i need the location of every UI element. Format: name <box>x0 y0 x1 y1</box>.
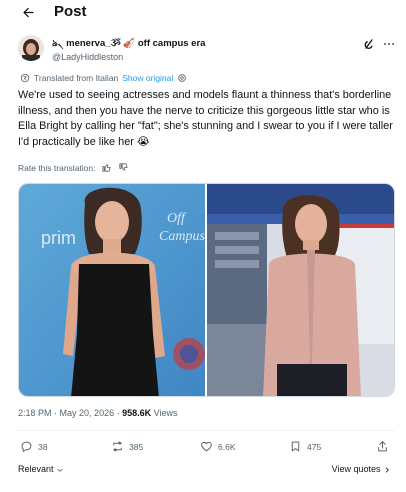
post-date[interactable]: May 20, 2026 <box>60 408 115 418</box>
share-button[interactable] <box>376 440 389 453</box>
reply-icon <box>21 441 32 452</box>
author-display-name[interactable]: ঌ৲ menerva_ૐ 🎻 off campus era <box>52 37 205 52</box>
svg-text:prim: prim <box>41 228 76 248</box>
chevron-right-icon <box>385 466 389 473</box>
grok-icon <box>364 39 373 49</box>
thumbs-up-icon[interactable] <box>101 162 112 173</box>
photo-2-image <box>207 184 394 396</box>
repost-button[interactable]: 385 <box>111 440 143 453</box>
post-time[interactable]: 2:18 PM <box>18 408 52 418</box>
settings-gear-icon[interactable] <box>177 73 187 83</box>
media-grid: prim Off Campus <box>18 183 395 397</box>
reply-button[interactable]: 38 <box>20 440 47 453</box>
back-arrow-icon <box>22 7 33 17</box>
share-icon <box>378 441 387 452</box>
grok-button[interactable] <box>362 37 376 51</box>
avatar[interactable] <box>18 35 44 61</box>
translation-notice: Translated from Italian Show original <box>20 73 187 83</box>
divider <box>18 430 395 431</box>
repost-icon <box>113 441 122 452</box>
sort-label: Relevant <box>18 464 54 474</box>
thumbs-down-icon[interactable] <box>118 162 129 173</box>
like-count: 6.6K <box>218 441 236 452</box>
rate-translation: Rate this translation: <box>18 162 129 173</box>
photo-1[interactable]: prim Off Campus <box>19 184 205 396</box>
translate-icon <box>20 73 30 83</box>
photo-1-image: prim Off Campus <box>19 184 205 396</box>
like-button[interactable]: 6.6K <box>200 440 236 453</box>
views-count: 958.6K <box>122 408 152 418</box>
bookmark-button[interactable]: 475 <box>289 440 321 453</box>
more-button[interactable] <box>382 37 396 51</box>
reply-count: 38 <box>38 441 48 452</box>
views-label: Views <box>153 408 178 418</box>
svg-text:Off: Off <box>167 211 187 226</box>
photo-2[interactable] <box>207 184 394 396</box>
avatar-image <box>18 35 44 61</box>
svg-text:Campus: Campus <box>159 229 205 244</box>
sort-dropdown[interactable]: Relevant <box>18 464 64 474</box>
translation-label: Translated from Italian <box>34 73 119 83</box>
action-bar: 38 385 6.6K 475 <box>18 440 395 458</box>
view-quotes-label: View quotes <box>331 464 381 474</box>
tweet-text: We're used to seeing actresses and model… <box>18 89 393 148</box>
page-title: Post <box>54 3 87 20</box>
show-original-link[interactable]: Show original <box>122 73 173 83</box>
back-button[interactable] <box>18 2 38 22</box>
top-bar: Post <box>0 0 406 24</box>
view-quotes-link[interactable]: View quotes <box>332 464 391 474</box>
author-handle[interactable]: @LadyHiddleston <box>52 52 123 62</box>
more-icon <box>383 42 395 46</box>
chevron-down-icon <box>57 468 63 472</box>
bookmark-count: 475 <box>307 441 322 452</box>
bookmark-icon <box>291 441 300 452</box>
post-meta: 2:18 PM · May 20, 2026 · 958.6K Views <box>18 408 178 418</box>
rate-label: Rate this translation: <box>18 162 96 173</box>
like-icon <box>201 441 212 452</box>
repost-count: 385 <box>129 441 144 452</box>
